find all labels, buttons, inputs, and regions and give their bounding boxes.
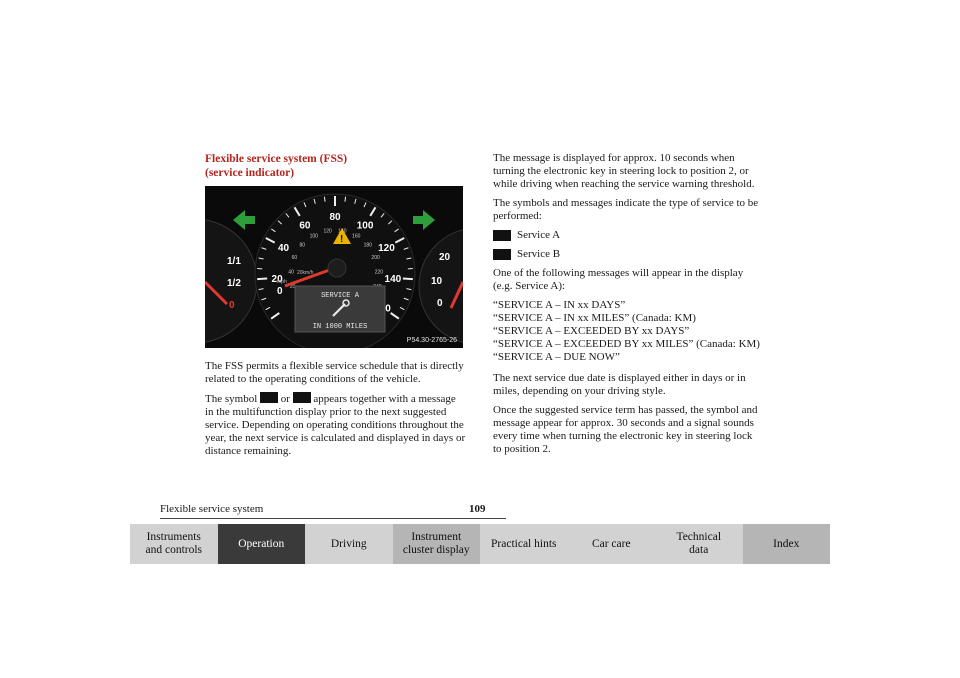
nav-tab-instruments-controls[interactable]: Instruments and controls	[130, 524, 218, 564]
speed-label-mph: 60	[299, 220, 311, 231]
service-b-wrench-icon	[292, 392, 311, 403]
footer-divider	[160, 518, 506, 519]
message-list: “SERVICE A – IN xx DAYS” “SERVICE A – IN…	[493, 299, 761, 364]
footer-section-title: Flexible service system	[160, 503, 264, 515]
speed-label-kmh: 40	[288, 269, 294, 275]
page-number: 109	[469, 503, 486, 515]
service-b-row: Service B	[493, 248, 761, 261]
message-paragraph-2: The symbols and messages indicate the ty…	[493, 197, 759, 222]
display-line-1: SERVICE A	[321, 292, 360, 300]
speed-zero-label: 0	[277, 286, 283, 297]
tacho-label-0: 0	[437, 298, 443, 309]
speed-label-kmh: 120	[323, 229, 332, 235]
speed-tick	[323, 196, 326, 202]
speed-label-mph: 40	[278, 243, 290, 254]
tacho-label-20: 20	[439, 252, 451, 263]
section-heading: Flexible service system (FSS) (service i…	[205, 153, 348, 179]
speed-label-kmh: 220	[375, 269, 384, 275]
speed-label-kmh: 180	[364, 243, 373, 249]
speed-label-kmh: 160	[352, 233, 361, 239]
fuel-label-half: 1/2	[227, 278, 241, 289]
speed-label-mph: 120	[378, 243, 395, 254]
nav-tab-car-care[interactable]: Car care	[567, 524, 655, 564]
cluster-illustration: 1/1 1/2 0 204060801001201401602040608010…	[205, 193, 463, 348]
speed-tick	[344, 196, 347, 202]
nav-tab-driving[interactable]: Driving	[305, 524, 393, 564]
nav-tab-operation[interactable]: Operation	[217, 524, 305, 564]
service-b-icon	[493, 249, 511, 260]
speed-label-mph: 80	[329, 212, 341, 223]
service-a-row: Service A	[493, 229, 761, 242]
left-column: Flexible service system (FSS) (service i…	[205, 152, 467, 464]
message-item: “SERVICE A – EXCEEDED BY xx MILES” (Cana…	[493, 338, 760, 350]
fuel-label-empty: 0	[229, 300, 235, 311]
nav-tab-technical-data[interactable]: Technical data	[655, 524, 743, 564]
left-turn-arrow-icon	[233, 210, 255, 230]
fuel-label-full: 1/1	[227, 256, 241, 267]
speed-label-kmh: 100	[310, 233, 319, 239]
nav-tab-practical-hints[interactable]: Practical hints	[480, 524, 568, 564]
message-item: “SERVICE A – EXCEEDED BY xx DAYS”	[493, 325, 690, 337]
fss-paragraph-2: The symbol or appears together with a me…	[205, 392, 466, 457]
speed-tick	[257, 277, 268, 281]
speed-label-kmh: 80	[299, 243, 305, 249]
svg-text:!: !	[340, 234, 343, 245]
service-a-wrench-icon	[260, 392, 278, 403]
message-paragraph-4: The next service due date is displayed e…	[493, 372, 746, 397]
fss-paragraph-1: The FSS permits a flexible service sched…	[205, 360, 464, 385]
display-line-2: IN 1000 MILES	[313, 323, 368, 331]
speed-label-kmh: 60	[292, 255, 298, 261]
message-item: “SERVICE A – IN xx DAYS”	[493, 299, 626, 311]
message-paragraph-3: One of the following messages will appea…	[493, 267, 744, 292]
right-turn-arrow-icon	[413, 210, 435, 230]
tacho-label-10: 10	[431, 276, 443, 287]
speed-label-kmh: 200	[371, 255, 380, 261]
speed-label-mph: 140	[385, 274, 402, 285]
figure-reference-label: P54.30-2765-26	[406, 337, 457, 344]
unit-mph-label: mph	[277, 279, 287, 285]
chapter-navigation: Instruments and controls Operation Drivi…	[130, 524, 830, 564]
speed-tick	[402, 277, 413, 281]
message-item: “SERVICE A – IN xx MILES” (Canada: KM)	[493, 312, 696, 324]
nav-tab-instrument-cluster-display[interactable]: Instrument cluster display	[392, 524, 480, 564]
message-item: “SERVICE A – DUE NOW”	[493, 351, 620, 363]
speed-label-mph: 100	[357, 220, 374, 231]
message-paragraph-5: Once the suggested service term has pass…	[493, 404, 758, 455]
right-column: The message is displayed for approx. 10 …	[493, 152, 761, 462]
nav-tab-index[interactable]: Index	[742, 524, 830, 564]
message-paragraph-1: The message is displayed for approx. 10 …	[493, 152, 755, 190]
instrument-cluster-figure: 1/1 1/2 0 204060801001201401602040608010…	[205, 186, 463, 348]
service-a-icon	[493, 230, 511, 241]
